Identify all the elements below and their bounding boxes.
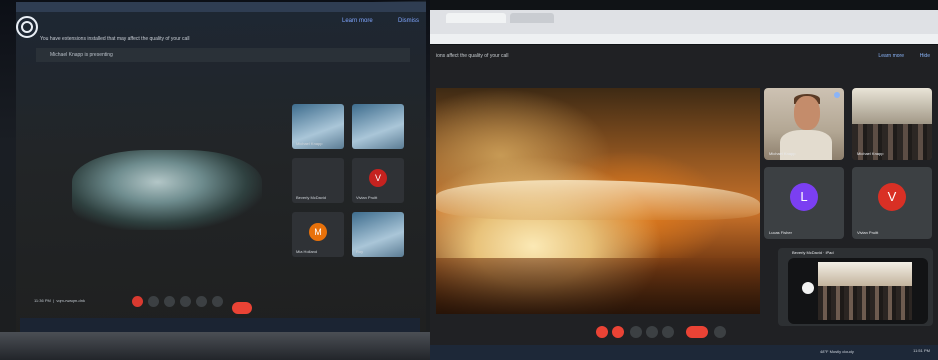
ipad-tile[interactable]: Beverly McDavid · iPad — [778, 248, 933, 326]
shared-cave-video — [72, 150, 262, 230]
learn-more-link[interactable]: Learn more — [342, 18, 373, 24]
participant-tile[interactable]: Michael Knapp — [852, 88, 932, 160]
laptop-bezel — [0, 332, 430, 360]
participant-name: Mia Holland — [296, 249, 318, 254]
extensions-notice: You have extensions installed that may a… — [40, 36, 190, 42]
mic-active-icon — [834, 92, 840, 98]
mic-button[interactable] — [132, 296, 143, 307]
hide-link[interactable]: Hide — [920, 53, 930, 59]
monitor-photo: ions affect the quality of your call Lea… — [430, 0, 938, 360]
browser-bar — [16, 2, 426, 12]
taskbar — [20, 318, 420, 332]
participant-tile[interactable] — [352, 104, 404, 149]
bookmarks-bar — [430, 34, 938, 44]
participant-name: Roy — [356, 249, 364, 254]
cave-floor — [436, 258, 760, 314]
participant-name: Beverly McDavid — [296, 195, 327, 200]
learn-more-link[interactable]: Learn more — [878, 53, 904, 59]
extensions-notice: ions affect the quality of your call — [436, 53, 509, 59]
participant-tile[interactable]: M Mia Holland — [292, 212, 344, 257]
participant-tile[interactable]: V Vivian Pruitt — [852, 167, 932, 239]
phone-room-view — [818, 262, 912, 320]
participant-tile[interactable]: V Vivian Pruitt — [352, 158, 404, 203]
browser-tab[interactable] — [446, 13, 506, 23]
participant-name: Michael Knapp — [296, 141, 323, 146]
camera-button[interactable] — [612, 326, 624, 338]
participant-avatar: L — [790, 183, 818, 212]
dismiss-link[interactable]: Dismiss — [398, 18, 419, 24]
cave-rock-highlight — [436, 180, 760, 220]
raise-hand-button[interactable] — [180, 296, 191, 307]
participant-tile[interactable]: Michael Knapp — [764, 88, 844, 160]
weather-text: 48°F Mostly cloudy — [820, 349, 854, 354]
raise-hand-button[interactable] — [646, 326, 658, 338]
main-cave-video — [436, 88, 760, 314]
participant-name: Michael Knapp — [769, 151, 796, 156]
more-options-button[interactable] — [212, 296, 223, 307]
participant-name: Vivian Pruitt — [356, 195, 378, 200]
time-text: 11:36 PM — [34, 298, 51, 303]
person-face — [794, 96, 820, 130]
ipad-tile-title: Beverly McDavid · iPad — [792, 250, 834, 255]
participant-name: Michael Knapp — [857, 151, 884, 156]
camera-shutter-icon — [802, 282, 814, 294]
camera-button[interactable] — [148, 296, 159, 307]
browser-chrome — [430, 10, 938, 44]
participant-name: Lucas Fisher — [769, 230, 792, 235]
meet-window: ions affect the quality of your call Lea… — [430, 45, 938, 345]
present-button[interactable] — [196, 296, 207, 307]
participant-avatar: V — [369, 168, 387, 187]
participant-tile[interactable]: Roy — [352, 212, 404, 257]
browser-tab[interactable] — [510, 13, 554, 23]
meeting-time: 11:36 PM | vqm-rwaqm-dnk — [34, 298, 85, 303]
meeting-code: vqm-rwaqm-dnk — [56, 298, 85, 303]
participant-tile[interactable]: L Lucas Fisher — [764, 167, 844, 239]
presenting-banner: Michael Knapp is presenting — [36, 48, 410, 62]
present-button[interactable] — [662, 326, 674, 338]
leave-call-button[interactable] — [686, 326, 708, 338]
participant-tile[interactable]: Michael Knapp — [292, 104, 344, 149]
captions-button[interactable] — [164, 296, 175, 307]
mic-button[interactable] — [596, 326, 608, 338]
target-icon — [16, 16, 38, 38]
more-options-button[interactable] — [714, 326, 726, 338]
participant-name: Vivian Pruitt — [857, 230, 879, 235]
captions-button[interactable] — [630, 326, 642, 338]
taskbar-clock: 11:51 PM — [913, 348, 930, 353]
participant-avatar: V — [878, 183, 906, 212]
projector-photo: Learn more Dismiss You have extensions i… — [0, 0, 430, 360]
presenting-text: Michael Knapp is presenting — [50, 52, 113, 58]
room-crowd — [818, 286, 912, 320]
participant-avatar: M — [309, 222, 327, 241]
leave-call-button[interactable] — [232, 302, 252, 314]
participant-tile[interactable]: Beverly McDavid — [292, 158, 344, 203]
taskbar: 48°F Mostly cloudy 11:51 PM — [430, 345, 938, 360]
